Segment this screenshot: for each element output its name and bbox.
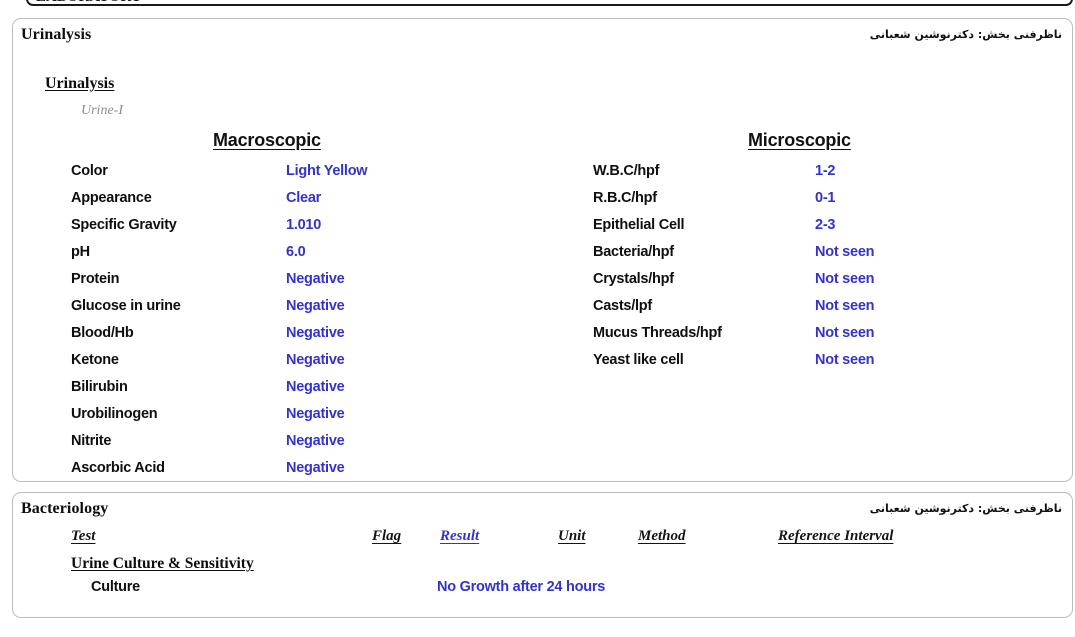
result-value: 0-1 bbox=[815, 190, 836, 206]
result-value: Negative bbox=[286, 379, 345, 395]
bacteriology-panel-header: Bacteriology ناظرفنی بخش: دکترنوشین شعبا… bbox=[13, 493, 1072, 519]
bacteriology-section-title: Bacteriology bbox=[21, 500, 109, 517]
result-value: Negative bbox=[286, 325, 345, 341]
result-value: Light Yellow bbox=[286, 163, 368, 179]
bacteriology-supervisor-note: ناظرفنی بخش: دکترنوشین شعبانی bbox=[869, 502, 1062, 515]
result-value: Negative bbox=[286, 433, 345, 449]
result-label: pH bbox=[71, 244, 90, 260]
column-header-flag: Flag bbox=[372, 528, 402, 544]
microscopic-heading: Microscopic bbox=[748, 130, 851, 150]
urinalysis-panel: Urinalysis ناظرفنی بخش: دکترنوشین شعبانی… bbox=[12, 18, 1073, 482]
column-header-result: Result bbox=[440, 528, 480, 544]
result-value: Negative bbox=[286, 271, 345, 287]
result-label: Glucose in urine bbox=[71, 298, 181, 314]
result-value: 1-2 bbox=[815, 163, 836, 179]
result-label: Epithelial Cell bbox=[593, 217, 685, 233]
table-row: Culture No Growth after 24 hours bbox=[13, 579, 1072, 603]
result-label: Ketone bbox=[71, 352, 119, 368]
result-label: Ascorbic Acid bbox=[71, 460, 165, 476]
result-label: Casts/lpf bbox=[593, 298, 652, 314]
result-value: Not seen bbox=[815, 325, 875, 341]
result-label: Mucus Threads/hpf bbox=[593, 325, 722, 341]
result-label: Bilirubin bbox=[71, 379, 128, 395]
column-header-reference-interval: Reference Interval bbox=[778, 528, 894, 544]
result-label: Appearance bbox=[71, 190, 152, 206]
column-header-test: Test bbox=[71, 528, 96, 544]
result-value: Negative bbox=[286, 298, 345, 314]
result-value: Negative bbox=[286, 406, 345, 422]
result-value: Not seen bbox=[815, 298, 875, 314]
result-label: R.B.C/hpf bbox=[593, 190, 657, 206]
macroscopic-heading: Macroscopic bbox=[213, 130, 321, 150]
result-label: W.B.C/hpf bbox=[593, 163, 660, 179]
result-label: Culture bbox=[91, 579, 140, 595]
result-value: 2-3 bbox=[815, 217, 836, 233]
result-label: Color bbox=[71, 163, 108, 179]
bacteriology-column-headers: Test Flag Result Unit Method Reference I… bbox=[13, 528, 1072, 552]
bacteriology-test-group: Urine Culture & Sensitivity bbox=[71, 555, 254, 572]
result-value: Negative bbox=[286, 460, 345, 476]
result-value: Clear bbox=[286, 190, 322, 206]
page-header-clip: LABORATORY bbox=[26, 0, 1073, 6]
urinalysis-section-title: Urinalysis bbox=[21, 26, 92, 43]
result-value: No Growth after 24 hours bbox=[437, 579, 606, 595]
result-value: 6.0 bbox=[286, 244, 306, 260]
result-label: Specific Gravity bbox=[71, 217, 177, 233]
result-label: Blood/Hb bbox=[71, 325, 134, 341]
urinalysis-panel-header: Urinalysis ناظرفنی بخش: دکترنوشین شعبانی bbox=[13, 19, 1072, 45]
bacteriology-panel: Bacteriology ناظرفنی بخش: دکترنوشین شعبا… bbox=[12, 492, 1073, 618]
result-label: Crystals/hpf bbox=[593, 271, 674, 287]
result-label: Yeast like cell bbox=[593, 352, 684, 368]
result-label: Bacteria/hpf bbox=[593, 244, 674, 260]
column-header-unit: Unit bbox=[558, 528, 586, 544]
result-label: Protein bbox=[71, 271, 120, 287]
result-value: Not seen bbox=[815, 244, 875, 260]
column-header-method: Method bbox=[638, 528, 686, 544]
urinalysis-specimen-label: Urine-I bbox=[81, 103, 123, 118]
urinalysis-test-name: Urinalysis bbox=[45, 75, 115, 92]
result-value: Not seen bbox=[815, 271, 875, 287]
result-value: 1.010 bbox=[286, 217, 322, 233]
result-label: Urobilinogen bbox=[71, 406, 158, 422]
result-label: Nitrite bbox=[71, 433, 112, 449]
page-header-clip-label: LABORATORY bbox=[36, 0, 142, 4]
result-value: Not seen bbox=[815, 352, 875, 368]
urinalysis-supervisor-note: ناظرفنی بخش: دکترنوشین شعبانی bbox=[869, 28, 1062, 41]
result-value: Negative bbox=[286, 352, 345, 368]
